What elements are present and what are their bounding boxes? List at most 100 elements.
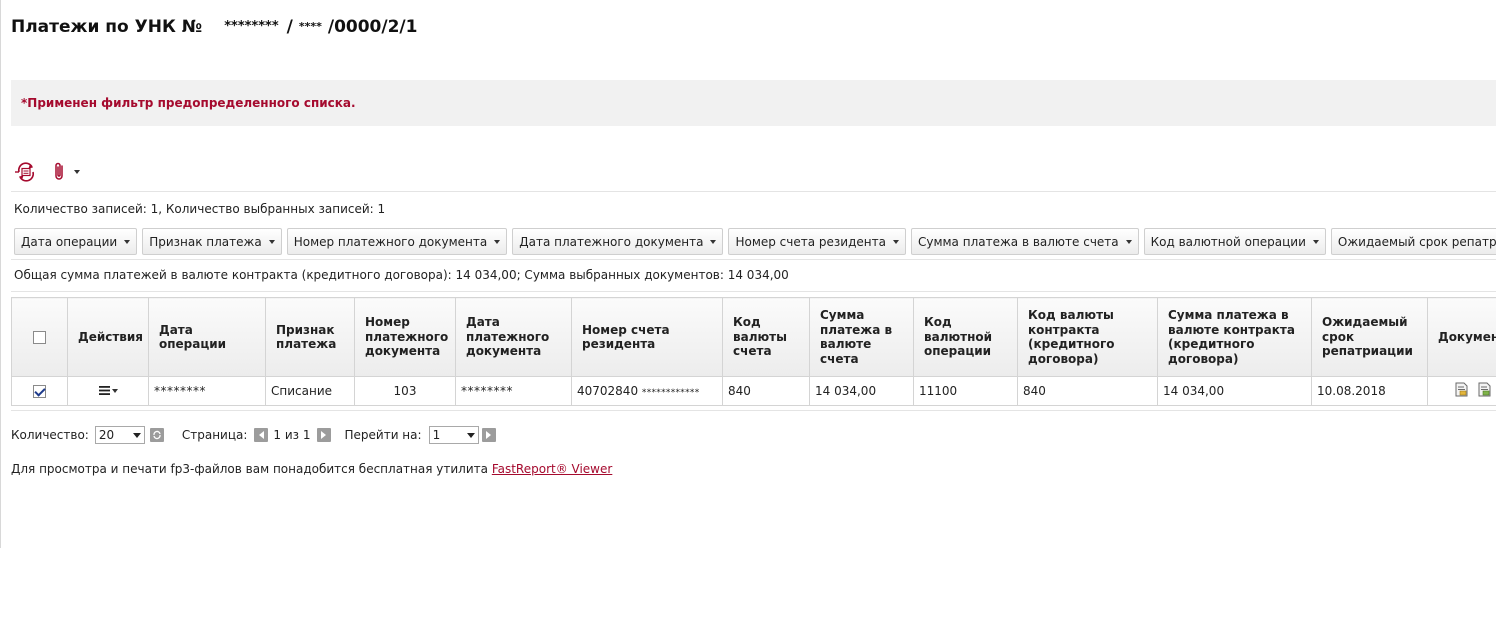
goto-page-select[interactable]: 1 <box>428 426 479 444</box>
page-info: 1 из 1 <box>273 428 311 442</box>
chevron-down-icon <box>111 388 118 393</box>
header-actions: Действия <box>67 297 149 377</box>
sort-doc-num-button[interactable]: Номер платежного документа <box>286 228 508 255</box>
records-count: Количество записей: 1, Количество выбран… <box>14 202 386 216</box>
sort-op-code-label: Код валютной операции <box>1150 234 1306 249</box>
divider-bottom <box>11 410 1496 411</box>
sort-doc-date-button[interactable]: Дата платежного документа <box>512 228 724 255</box>
cell-pay-sign: Списание <box>265 376 355 406</box>
print-document-button[interactable] <box>1477 382 1492 400</box>
sort-pay-sign-label: Признак платежа <box>149 234 262 249</box>
prev-page-button[interactable] <box>254 428 269 442</box>
chevron-down-icon <box>466 432 475 438</box>
sort-repatriation-button[interactable]: Ожидаемый срок репатриации <box>1330 228 1496 255</box>
sort-account-button[interactable]: Номер счета резидента <box>728 228 906 255</box>
sort-bar: Дата операции Признак платежа Номер плат… <box>14 228 1496 255</box>
toolbar <box>14 160 80 184</box>
header-account: Номер счета резидента <box>571 297 723 377</box>
attachment-menu-button[interactable] <box>52 161 80 183</box>
fastreport-viewer-link[interactable]: FastReport® Viewer <box>492 462 613 476</box>
cell-amount-acc: 14 034,00 <box>809 376 914 406</box>
cell-amount-contract: 14 034,00 <box>1157 376 1312 406</box>
account-mask: ************ <box>641 388 700 398</box>
sort-amount-button[interactable]: Сумма платежа в валюте счета <box>910 228 1139 255</box>
header-op-code: Код валютной операции <box>913 297 1018 377</box>
chevron-down-icon <box>124 239 131 244</box>
sort-pay-sign-button[interactable]: Признак платежа <box>142 228 282 255</box>
actions-menu-button[interactable] <box>98 386 118 395</box>
sum-info: Общая сумма платежей в валюте контракта … <box>14 268 789 282</box>
page-size-value: 20 <box>98 428 115 442</box>
header-acc-currency: Код валюты счета <box>722 297 810 377</box>
select-all-header <box>11 297 68 377</box>
sort-account-label: Номер счета резидента <box>735 234 886 249</box>
table-header-row: Действия Дата операции Признак платежа Н… <box>11 297 1496 377</box>
menu-icon <box>98 386 110 395</box>
sort-op-date-label: Дата операции <box>21 234 118 249</box>
sort-doc-num-label: Номер платежного документа <box>293 234 488 249</box>
refresh-icon <box>153 430 161 440</box>
title-separator: / <box>286 17 293 37</box>
page-label: Страница: <box>181 428 248 442</box>
payments-table: Действия Дата операции Признак платежа Н… <box>11 297 1496 406</box>
document-view-icon <box>1455 382 1468 397</box>
footer-note: Для просмотра и печати fp3-файлов вам по… <box>11 462 612 476</box>
refresh-document-icon <box>15 162 35 182</box>
chevron-down-icon <box>710 239 717 244</box>
account-prefix: 40702840 <box>577 384 639 398</box>
page-title: Платежи по УНК № ******** / **** /0000/2… <box>11 16 417 38</box>
header-repatriation: Ожидаемый срок репатриации <box>1311 297 1428 377</box>
next-page-button[interactable] <box>316 428 331 442</box>
cell-documents <box>1427 376 1496 406</box>
row-checkbox[interactable] <box>33 385 46 398</box>
sort-op-date-button[interactable]: Дата операции <box>14 228 138 255</box>
arrow-left-icon <box>258 431 264 439</box>
filter-notice-box: *Применен фильтр предопределенного списк… <box>11 80 1496 126</box>
apply-page-size-button[interactable] <box>149 428 164 442</box>
cell-doc-num: 103 <box>354 376 456 406</box>
sort-amount-label: Сумма платежа в валюте счета <box>917 234 1119 249</box>
cell-account: 40702840 ************ <box>571 376 723 406</box>
table-row[interactable]: ******** Списание 103 ******** 40702840 … <box>11 376 1496 406</box>
header-op-date: Дата операции <box>148 297 266 377</box>
count-label: Количество: <box>11 428 89 442</box>
chevron-down-icon <box>494 239 501 244</box>
sort-repatriation-label: Ожидаемый срок репатриации <box>1337 234 1496 249</box>
document-print-icon <box>1478 382 1491 397</box>
refresh-button[interactable] <box>14 161 38 183</box>
footer-text: Для просмотра и печати fp3-файлов вам по… <box>11 462 488 476</box>
title-suffix: /0000/2/1 <box>327 17 418 37</box>
pager: Количество: 20 Страница: 1 из 1 Перейти … <box>11 426 496 444</box>
cell-op-code: 11100 <box>913 376 1018 406</box>
row-select-cell <box>11 376 68 406</box>
chevron-down-icon <box>132 432 141 438</box>
title-mask-1: ******** <box>224 18 279 34</box>
header-doc-date: Дата платежного документа <box>455 297 572 377</box>
cell-doc-date: ******** <box>455 376 572 406</box>
cell-contract-currency: 840 <box>1017 376 1158 406</box>
select-all-checkbox[interactable] <box>33 330 46 344</box>
cell-op-date: ******** <box>148 376 266 406</box>
chevron-down-icon <box>1125 239 1132 244</box>
header-pay-sign: Признак платежа <box>265 297 355 377</box>
filter-notice-text: *Применен фильтр предопределенного списк… <box>21 96 356 110</box>
title-mask-2: **** <box>298 19 322 33</box>
sort-op-code-button[interactable]: Код валютной операции <box>1143 228 1326 255</box>
title-prefix: Платежи по УНК № <box>11 17 203 37</box>
goto-page-button[interactable] <box>481 428 496 442</box>
cell-repatriation: 10.08.2018 <box>1311 376 1428 406</box>
header-documents: Документы <box>1427 297 1496 377</box>
paperclip-icon <box>55 162 63 180</box>
arrow-right-icon <box>486 431 492 439</box>
left-border <box>0 0 1 548</box>
goto-label: Перейти на: <box>344 428 422 442</box>
sort-doc-date-label: Дата платежного документа <box>519 234 704 249</box>
header-amount-contract: Сумма платежа в валюте контракта (кредит… <box>1157 297 1312 377</box>
arrow-right-icon <box>321 431 326 439</box>
page-size-select[interactable]: 20 <box>94 426 145 444</box>
divider-top <box>11 191 1496 192</box>
cell-acc-currency: 840 <box>722 376 810 406</box>
chevron-down-icon <box>892 239 899 244</box>
divider-table <box>11 291 1496 292</box>
view-document-button[interactable] <box>1454 382 1469 400</box>
